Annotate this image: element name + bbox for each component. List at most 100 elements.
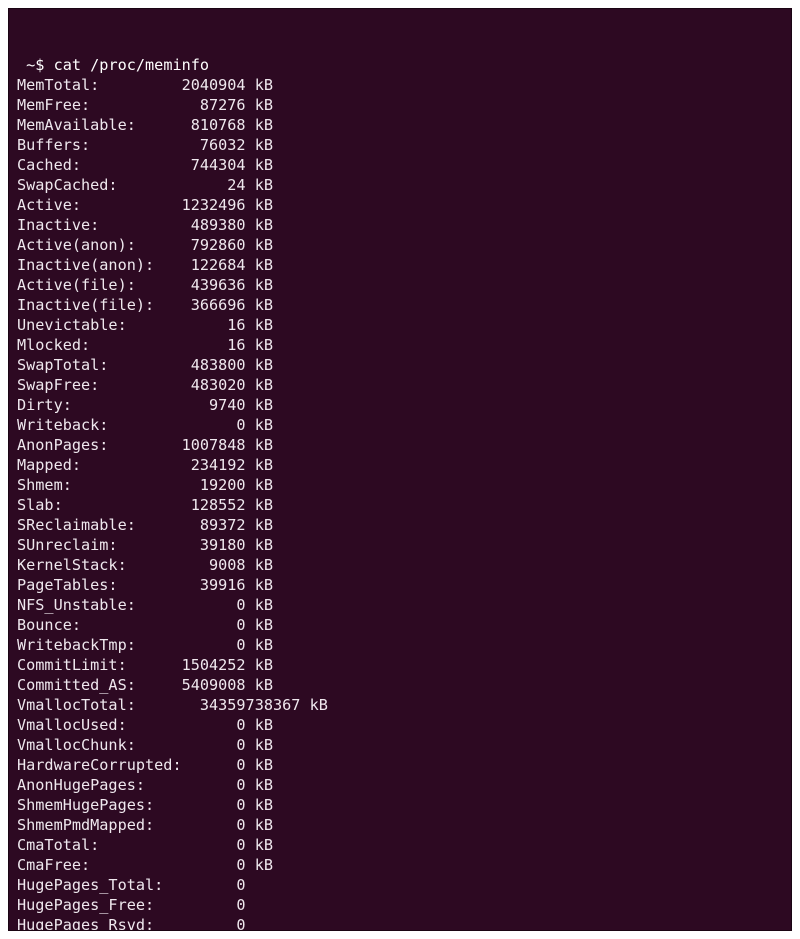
- meminfo-row: MemFree:87276 kB: [17, 95, 783, 115]
- meminfo-row: AnonPages:1007848 kB: [17, 435, 783, 455]
- meminfo-unit: kB: [246, 335, 273, 355]
- meminfo-value: 16: [172, 335, 245, 355]
- meminfo-label: Dirty:: [17, 395, 172, 415]
- meminfo-row: CmaTotal:0 kB: [17, 835, 783, 855]
- meminfo-row: KernelStack:9008 kB: [17, 555, 783, 575]
- meminfo-row: MemAvailable:810768 kB: [17, 115, 783, 135]
- meminfo-row: VmallocTotal:34359738367 kB: [17, 695, 783, 715]
- meminfo-label: Committed_AS:: [17, 675, 172, 695]
- meminfo-value: 0: [172, 915, 245, 931]
- meminfo-row: CmaFree:0 kB: [17, 855, 783, 875]
- meminfo-value: 5409008: [172, 675, 245, 695]
- meminfo-value: 366696: [172, 295, 245, 315]
- meminfo-row: WritebackTmp:0 kB: [17, 635, 783, 655]
- meminfo-row: Committed_AS:5409008 kB: [17, 675, 783, 695]
- meminfo-label: HardwareCorrupted:: [17, 755, 200, 775]
- meminfo-value: 439636: [172, 275, 245, 295]
- meminfo-label: CmaTotal:: [17, 835, 172, 855]
- meminfo-label: SwapCached:: [17, 175, 172, 195]
- meminfo-label: KernelStack:: [17, 555, 172, 575]
- meminfo-unit: kB: [246, 395, 273, 415]
- meminfo-unit: kB: [246, 295, 273, 315]
- meminfo-label: Writeback:: [17, 415, 172, 435]
- meminfo-label: SReclaimable:: [17, 515, 172, 535]
- meminfo-unit: kB: [246, 155, 273, 175]
- meminfo-label: Active(anon):: [17, 235, 172, 255]
- meminfo-row: HugePages_Free:0: [17, 895, 783, 915]
- meminfo-label: CommitLimit:: [17, 655, 172, 675]
- meminfo-value: 0: [172, 635, 245, 655]
- meminfo-label: AnonHugePages:: [17, 775, 172, 795]
- meminfo-value: 0: [172, 835, 245, 855]
- meminfo-value: 16: [172, 315, 245, 335]
- meminfo-unit: kB: [246, 615, 273, 635]
- meminfo-value: 483020: [172, 375, 245, 395]
- meminfo-value: 76032: [172, 135, 245, 155]
- meminfo-label: SwapFree:: [17, 375, 172, 395]
- meminfo-value: 34359738367: [172, 695, 300, 715]
- meminfo-value: 24: [172, 175, 245, 195]
- meminfo-unit: kB: [246, 415, 273, 435]
- meminfo-value: 1007848: [172, 435, 245, 455]
- meminfo-label: Cached:: [17, 155, 172, 175]
- meminfo-row: MemTotal:2040904 kB: [17, 75, 783, 95]
- meminfo-row: SwapFree:483020 kB: [17, 375, 783, 395]
- meminfo-row: Inactive(file):366696 kB: [17, 295, 783, 315]
- meminfo-row: ShmemPmdMapped:0 kB: [17, 815, 783, 835]
- meminfo-value: 810768: [172, 115, 245, 135]
- meminfo-row: ShmemHugePages:0 kB: [17, 795, 783, 815]
- meminfo-row: PageTables:39916 kB: [17, 575, 783, 595]
- meminfo-label: MemFree:: [17, 95, 172, 115]
- meminfo-row: Unevictable:16 kB: [17, 315, 783, 335]
- meminfo-row: HugePages_Rsvd:0: [17, 915, 783, 931]
- meminfo-unit: kB: [246, 735, 273, 755]
- meminfo-unit: kB: [246, 555, 273, 575]
- meminfo-label: Slab:: [17, 495, 172, 515]
- meminfo-unit: kB: [246, 755, 273, 775]
- meminfo-row: Cached:744304 kB: [17, 155, 783, 175]
- meminfo-value: 2040904: [172, 75, 245, 95]
- terminal-window[interactable]: ~$ cat /proc/meminfoMemTotal:2040904 kBM…: [8, 8, 792, 931]
- meminfo-unit: kB: [300, 695, 327, 715]
- command-text: cat /proc/meminfo: [54, 56, 209, 74]
- meminfo-label: Active(file):: [17, 275, 172, 295]
- meminfo-row: Mapped:234192 kB: [17, 455, 783, 475]
- meminfo-unit: kB: [246, 215, 273, 235]
- meminfo-unit: kB: [246, 475, 273, 495]
- meminfo-value: 9740: [172, 395, 245, 415]
- meminfo-row: VmallocUsed:0 kB: [17, 715, 783, 735]
- meminfo-unit: kB: [246, 375, 273, 395]
- meminfo-row: Buffers:76032 kB: [17, 135, 783, 155]
- meminfo-unit: kB: [246, 515, 273, 535]
- meminfo-unit: kB: [246, 235, 273, 255]
- meminfo-value: 792860: [172, 235, 245, 255]
- meminfo-row: SUnreclaim:39180 kB: [17, 535, 783, 555]
- meminfo-row: SReclaimable:89372 kB: [17, 515, 783, 535]
- meminfo-row: Inactive:489380 kB: [17, 215, 783, 235]
- meminfo-value: 0: [172, 875, 245, 895]
- meminfo-row: Slab:128552 kB: [17, 495, 783, 515]
- meminfo-unit: kB: [246, 675, 273, 695]
- meminfo-row: CommitLimit:1504252 kB: [17, 655, 783, 675]
- meminfo-label: Shmem:: [17, 475, 172, 495]
- meminfo-value: 0: [172, 715, 245, 735]
- meminfo-label: SwapTotal:: [17, 355, 172, 375]
- prompt-line: ~$ cat /proc/meminfo: [17, 55, 783, 75]
- meminfo-label: ShmemHugePages:: [17, 795, 172, 815]
- meminfo-value: 0: [172, 615, 245, 635]
- meminfo-value: 0: [172, 895, 245, 915]
- meminfo-value: 1232496: [172, 195, 245, 215]
- meminfo-label: VmallocUsed:: [17, 715, 172, 735]
- meminfo-unit: kB: [246, 635, 273, 655]
- meminfo-value: 89372: [172, 515, 245, 535]
- meminfo-label: Unevictable:: [17, 315, 172, 335]
- meminfo-label: VmallocTotal:: [17, 695, 172, 715]
- meminfo-unit: kB: [246, 175, 273, 195]
- command-output: MemTotal:2040904 kBMemFree:87276 kBMemAv…: [17, 75, 783, 931]
- meminfo-value: 744304: [172, 155, 245, 175]
- meminfo-row: Inactive(anon):122684 kB: [17, 255, 783, 275]
- meminfo-label: Active:: [17, 195, 172, 215]
- meminfo-unit: kB: [246, 535, 273, 555]
- meminfo-label: MemTotal:: [17, 75, 172, 95]
- meminfo-label: NFS_Unstable:: [17, 595, 172, 615]
